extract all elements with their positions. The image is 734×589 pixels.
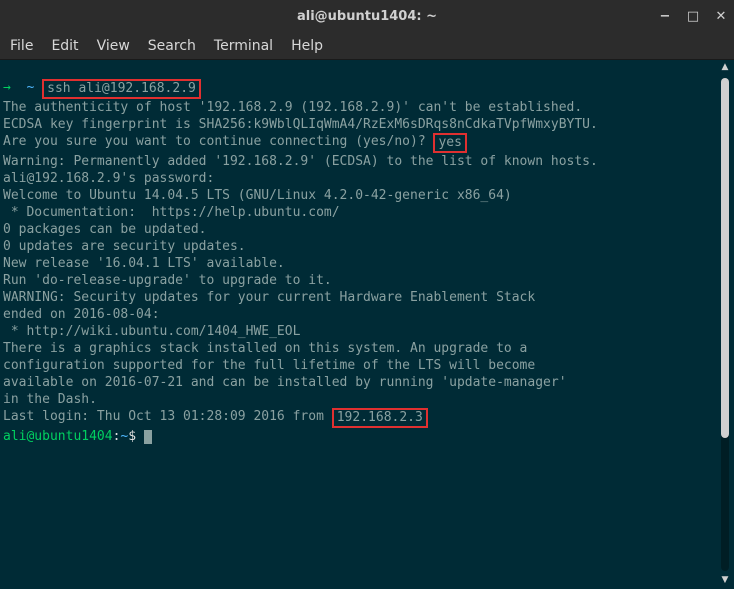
terminal-output: configuration supported for the full lif… bbox=[0, 357, 734, 374]
terminal-output: The authenticity of host '192.168.2.9 (1… bbox=[0, 99, 734, 116]
window-titlebar: ali@ubuntu1404: ~ − □ ✕ bbox=[0, 0, 734, 32]
terminal-output: in the Dash. bbox=[0, 391, 734, 408]
scrollbar-thumb[interactable] bbox=[721, 78, 729, 438]
menu-search[interactable]: Search bbox=[148, 38, 196, 54]
source-ip-highlight: 192.168.2.3 bbox=[332, 408, 428, 428]
window-title: ali@ubuntu1404: ~ bbox=[297, 9, 437, 24]
terminal-output: ended on 2016-08-04: bbox=[0, 306, 734, 323]
menu-help[interactable]: Help bbox=[291, 38, 323, 54]
remote-prompt: ali@ubuntu1404:~$ bbox=[0, 428, 734, 445]
terminal-output: * http://wiki.ubuntu.com/1404_HWE_EOL bbox=[0, 323, 734, 340]
terminal-output: Welcome to Ubuntu 14.04.5 LTS (GNU/Linux… bbox=[0, 187, 734, 204]
terminal-output: Are you sure you want to continue connec… bbox=[0, 133, 734, 153]
menu-view[interactable]: View bbox=[97, 38, 130, 54]
scrollbar-down-arrow-icon[interactable]: ▼ bbox=[721, 575, 729, 587]
menu-edit[interactable]: Edit bbox=[51, 38, 78, 54]
terminal-output: available on 2016-07-21 and can be insta… bbox=[0, 374, 734, 391]
prompt-tilde: ~ bbox=[26, 80, 34, 95]
prompt-arrow: → bbox=[3, 80, 11, 95]
yes-response-highlight: yes bbox=[433, 133, 466, 153]
prompt-line: → ~ ssh ali@192.168.2.9 bbox=[0, 79, 734, 99]
terminal-output: Run 'do-release-upgrade' to upgrade to i… bbox=[0, 272, 734, 289]
menubar: File Edit View Search Terminal Help bbox=[0, 32, 734, 60]
maximize-button[interactable]: □ bbox=[686, 9, 700, 23]
terminal-output: WARNING: Security updates for your curre… bbox=[0, 289, 734, 306]
terminal-output: There is a graphics stack installed on t… bbox=[0, 340, 734, 357]
terminal-output: 0 updates are security updates. bbox=[0, 238, 734, 255]
terminal-blank-top bbox=[0, 62, 734, 79]
minimize-button[interactable]: − bbox=[658, 9, 672, 23]
menu-terminal[interactable]: Terminal bbox=[214, 38, 273, 54]
terminal-output: * Documentation: https://help.ubuntu.com… bbox=[0, 204, 734, 221]
scrollbar[interactable]: ▲ ▼ bbox=[721, 60, 729, 589]
terminal-output: Last login: Thu Oct 13 01:28:09 2016 fro… bbox=[0, 408, 734, 428]
terminal-output: New release '16.04.1 LTS' available. bbox=[0, 255, 734, 272]
terminal-output: Warning: Permanently added '192.168.2.9'… bbox=[0, 153, 734, 170]
window-controls: − □ ✕ bbox=[658, 9, 728, 23]
close-button[interactable]: ✕ bbox=[714, 9, 728, 23]
terminal-cursor bbox=[144, 430, 152, 444]
terminal-output: ECDSA key fingerprint is SHA256:k9WblQLI… bbox=[0, 116, 734, 133]
menu-file[interactable]: File bbox=[10, 38, 33, 54]
terminal-output: 0 packages can be updated. bbox=[0, 221, 734, 238]
terminal-output: ali@192.168.2.9's password: bbox=[0, 170, 734, 187]
scrollbar-up-arrow-icon[interactable]: ▲ bbox=[721, 62, 729, 74]
ssh-command-highlight: ssh ali@192.168.2.9 bbox=[42, 79, 201, 99]
terminal-area[interactable]: → ~ ssh ali@192.168.2.9 The authenticity… bbox=[0, 60, 734, 589]
